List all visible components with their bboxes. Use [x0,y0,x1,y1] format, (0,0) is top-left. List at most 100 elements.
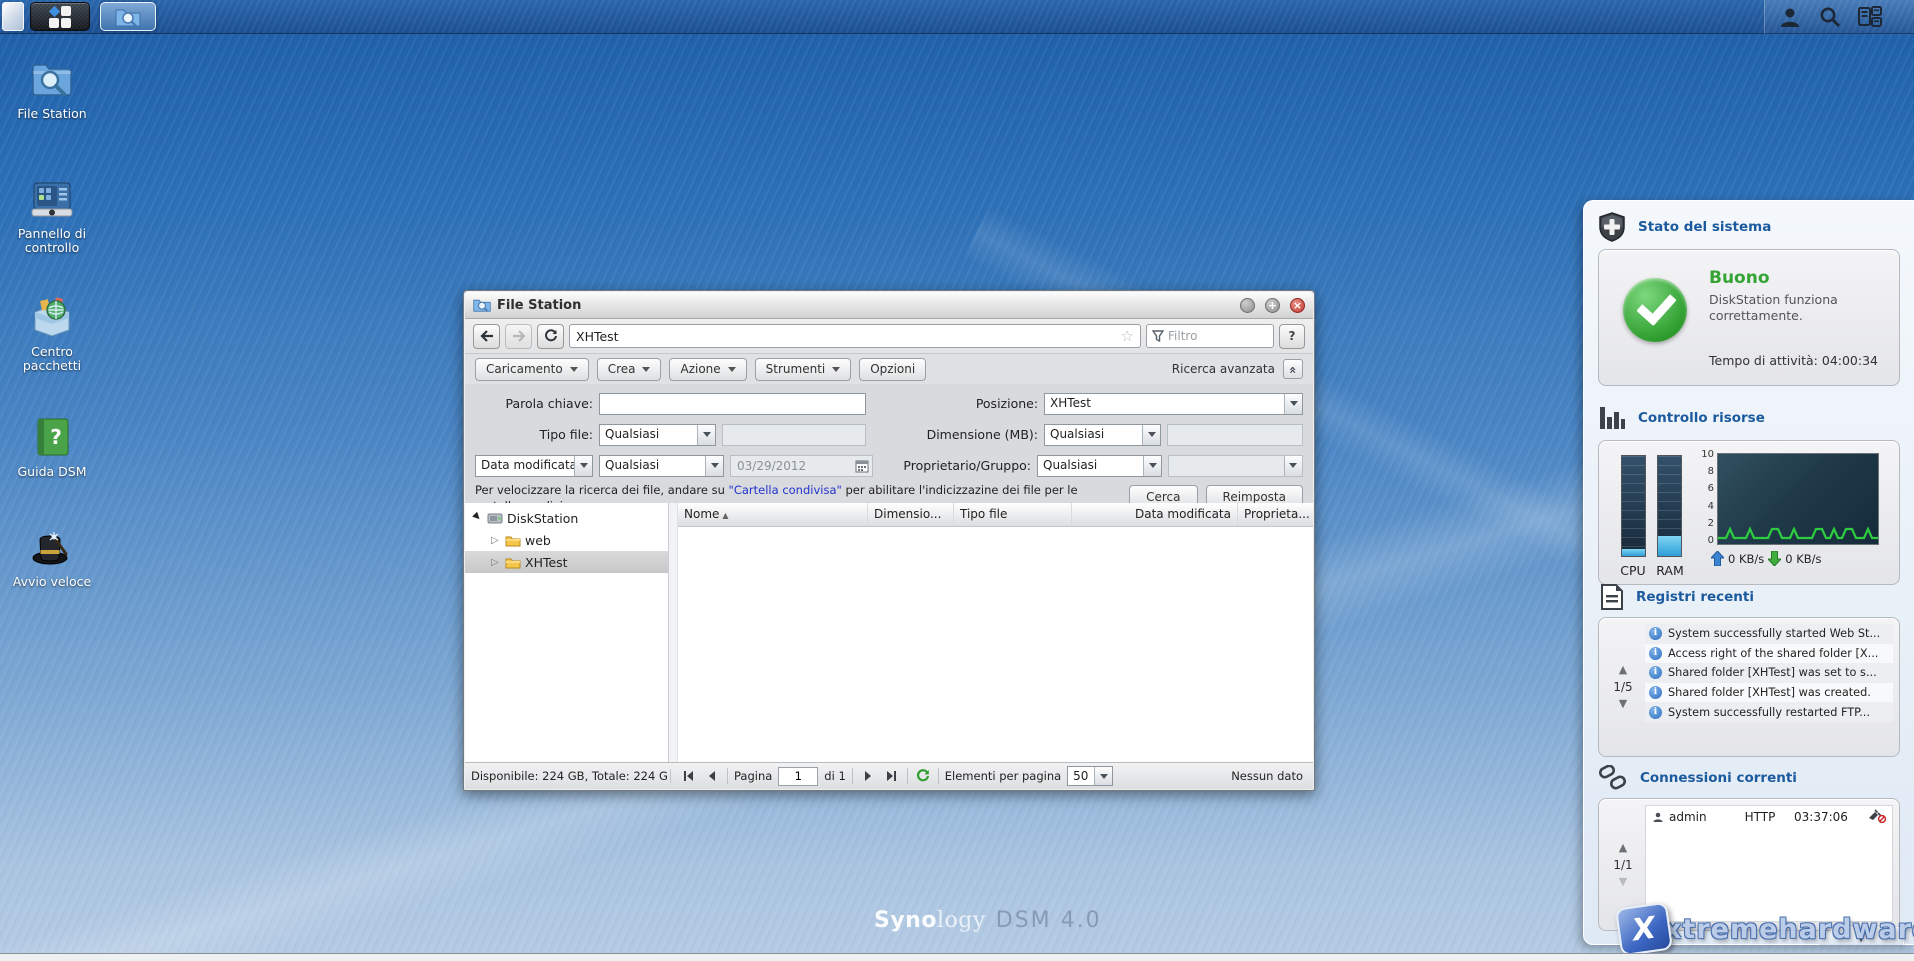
disconnect-button[interactable] [1868,809,1886,826]
main-menu-button[interactable] [30,2,90,31]
back-icon [480,330,494,342]
position-select[interactable]: XHTest [1044,393,1303,415]
desktop-icon-quick-start[interactable]: Avvio veloce [6,524,98,589]
select-value: Data modificata [476,456,574,476]
log-list: iSystem successfully started Web St... i… [1645,624,1893,722]
shared-folder-link[interactable]: "Cartella condivisa" [729,483,842,497]
show-desktop-button[interactable] [2,2,24,31]
button-label: Strumenti [766,362,826,376]
ram-label: RAM [1650,563,1690,578]
ram-gauge [1657,455,1682,557]
desktop-icon-dsm-help[interactable]: ? Guida DSM [6,414,98,479]
pager-down-icon[interactable]: ▼ [1619,700,1627,708]
collapsed-arrow-icon[interactable]: ▷ [491,557,501,568]
size-select[interactable]: Qualsiasi [1044,424,1161,446]
window-file-station-icon [473,297,491,313]
close-button[interactable]: × [1290,298,1305,313]
window-title: File Station [497,298,1230,313]
tree-item-xhtest[interactable]: ▷ XHTest [465,551,668,573]
per-page-label: Elementi per pagina [945,769,1061,783]
column-header-owner[interactable]: Proprieta... [1238,503,1313,526]
desktop-icon-package-center[interactable]: Centro pacchetti [6,294,98,374]
dsm-help-icon: ? [29,414,75,460]
action-menu-button[interactable]: Azione [669,358,746,381]
shield-icon [1598,212,1626,242]
logs-pager: ▲ 1/5 ▼ [1605,626,1641,748]
tree-item-web[interactable]: ▷ web [465,529,668,551]
log-row: iShared folder [XHTest] was set to s... [1645,663,1893,683]
keyword-input[interactable] [599,393,866,415]
desktop-icon-file-station[interactable]: File Station [6,56,98,121]
user-menu-button[interactable] [1777,4,1803,30]
column-header-name[interactable]: Nome▲ [678,503,868,526]
pager-up-icon[interactable]: ▲ [1619,844,1627,852]
tree-item-label: XHTest [525,555,568,570]
calendar-icon [855,459,869,473]
widget-panel: Stato del sistema Buono DiskStation funz… [1583,200,1914,945]
back-button[interactable] [473,324,500,349]
filter-box[interactable] [1146,324,1274,348]
collapsed-arrow-icon[interactable]: ▷ [491,535,501,546]
maximize-button[interactable]: + [1265,298,1280,313]
window-titlebar[interactable]: File Station + × [465,292,1313,319]
address-input[interactable] [576,329,1121,344]
address-bar[interactable]: ☆ [569,324,1141,348]
column-header-size[interactable]: Dimensio... [868,503,954,526]
minimize-button[interactable] [1240,298,1255,313]
info-icon: i [1649,666,1662,679]
xtremehardware-watermark: X xtremehardware.it [1618,905,1914,953]
info-icon: i [1649,686,1662,699]
size-label: Dimensione (MB): [900,427,1038,442]
date-field-select[interactable]: Data modificata [475,455,593,477]
upload-arrow-icon [1711,551,1724,566]
tree-item-diskstation[interactable]: ▶ DiskStation [465,507,668,529]
last-page-button[interactable] [883,767,901,785]
position-label: Posizione: [900,396,1038,411]
forward-button[interactable] [505,324,532,349]
forward-icon [512,330,526,342]
chevron-down-icon [570,367,578,376]
app-grid-icon [47,4,73,30]
column-header-modified[interactable]: Data modificata [1072,503,1238,526]
create-menu-button[interactable]: Crea [597,358,662,381]
recent-logs-header: Registri recenti [1598,583,1754,611]
filter-input[interactable] [1168,329,1268,343]
button-label: Azione [680,362,720,376]
favorite-star-icon[interactable]: ☆ [1121,327,1134,345]
date-condition-select[interactable]: Qualsiasi [599,455,724,477]
prev-page-button[interactable] [703,767,721,785]
help-button[interactable]: ? [1279,324,1305,349]
column-header-type[interactable]: Tipo file [954,503,1072,526]
expanded-arrow-icon[interactable]: ▶ [471,511,485,525]
hint-text: Per velocizzare la ricerca dei file, and… [475,483,729,497]
page-input[interactable] [778,767,818,786]
date-picker[interactable]: 03/29/2012 [730,455,873,477]
pager-up-icon[interactable]: ▲ [1619,666,1627,674]
global-search-button[interactable] [1817,4,1843,30]
status-ok-icon [1623,278,1687,342]
first-page-button[interactable] [679,767,697,785]
pager-down-icon[interactable]: ▼ [1619,878,1627,886]
taskbar-file-station-button[interactable] [100,2,156,31]
desktop-icon-control-panel[interactable]: Pannello di controllo [6,176,98,256]
list-body[interactable] [678,527,1313,762]
pilot-view-icon [1857,5,1883,29]
select-value: Qualsiasi [600,425,697,445]
list-refresh-button[interactable] [914,767,932,785]
tree-scrollbar[interactable] [669,503,678,762]
next-page-button[interactable] [859,767,877,785]
chevron-down-icon [1094,767,1112,785]
tools-menu-button[interactable]: Strumenti [755,358,852,381]
pilot-view-button[interactable] [1857,4,1883,30]
cpu-label: CPU [1613,563,1653,578]
upload-menu-button[interactable]: Caricamento [475,358,589,381]
advanced-search-collapse-button[interactable]: « [1283,359,1303,379]
per-page-select[interactable]: 50 [1067,766,1113,786]
owner-select[interactable]: Qualsiasi [1037,455,1162,477]
refresh-button[interactable] [537,324,564,349]
options-button[interactable]: Opzioni [859,358,926,381]
window-navbar: ☆ ? [465,319,1313,354]
pager-text: 1/1 [1613,858,1632,872]
filetype-select[interactable]: Qualsiasi [599,424,716,446]
window-statusbar: Disponibile: 224 GB, Totale: 224 G Pagin… [465,762,1313,789]
